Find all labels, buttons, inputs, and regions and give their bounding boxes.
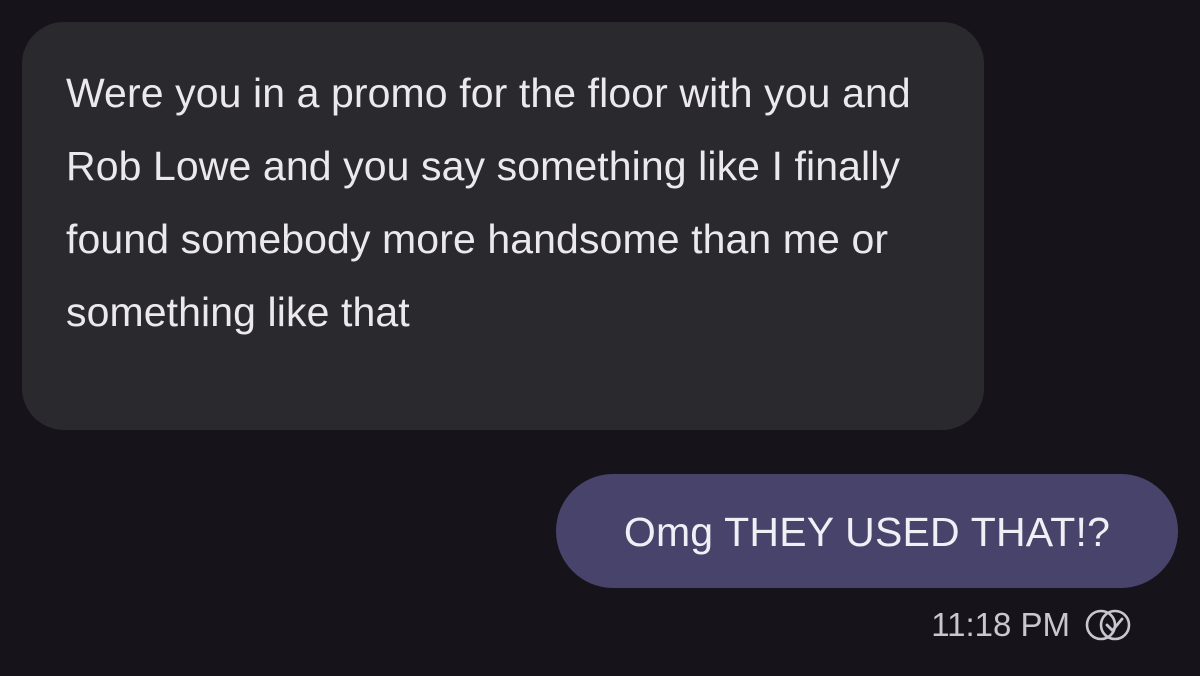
delivered-double-check-icon xyxy=(1085,609,1131,641)
outgoing-message-bubble[interactable]: Omg THEY USED THAT!? xyxy=(556,474,1178,588)
message-thread: Were you in a promo for the floor with y… xyxy=(0,0,1200,676)
incoming-message-bubble[interactable]: Were you in a promo for the floor with y… xyxy=(22,22,984,430)
incoming-message-text: Were you in a promo for the floor with y… xyxy=(66,70,911,335)
message-meta: 11:18 PM xyxy=(931,600,1132,650)
message-timestamp: 11:18 PM xyxy=(931,606,1070,643)
outgoing-message-text: Omg THEY USED THAT!? xyxy=(623,508,1111,555)
